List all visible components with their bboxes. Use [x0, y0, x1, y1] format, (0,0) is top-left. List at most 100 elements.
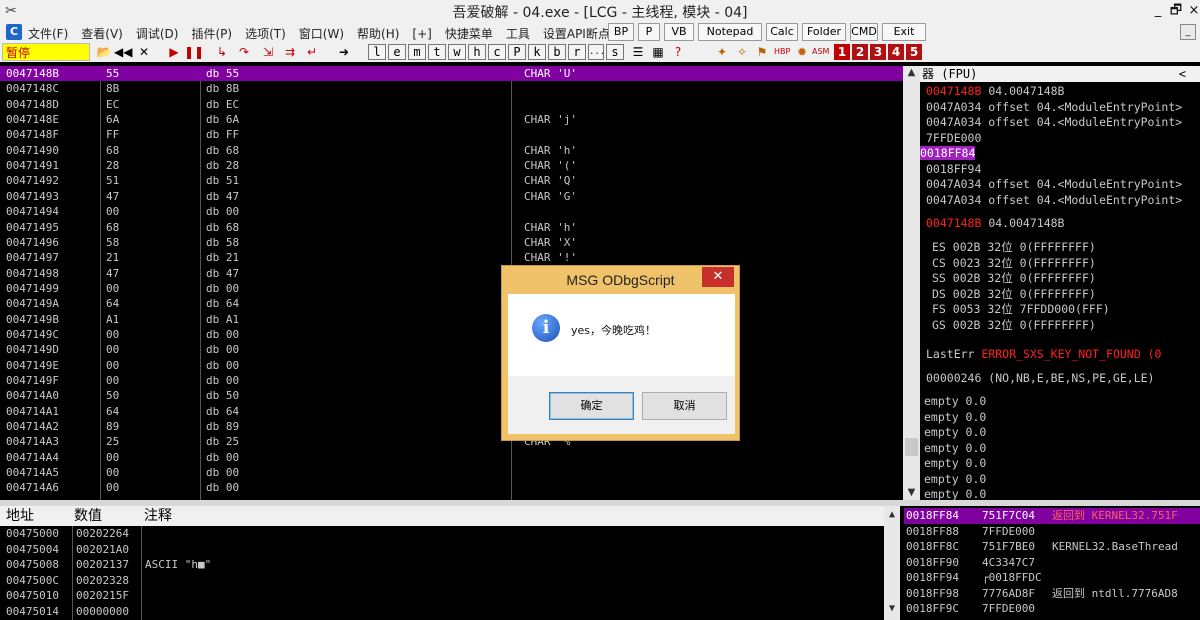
rewind-icon[interactable]: ◀◀	[114, 44, 132, 60]
dialog-close-button[interactable]: ✕	[702, 267, 734, 287]
disasm-row[interactable]: 0047149F 00 db 00	[0, 373, 903, 388]
notepad-button[interactable]: Notepad	[698, 23, 762, 41]
step-into-icon[interactable]: ↳	[214, 44, 230, 60]
numbered-button-5[interactable]: 5	[906, 44, 922, 60]
plugin-tool2-icon[interactable]: ✧	[734, 44, 750, 60]
menu-item[interactable]: 快捷菜单	[445, 27, 493, 41]
disasm-row[interactable]: 004714A3 25 db 25 CHAR '%'	[0, 434, 903, 449]
plugin-tool3-icon[interactable]: ⚑	[754, 44, 770, 60]
dump-col-address[interactable]: 地址	[6, 506, 34, 526]
view-button-11[interactable]: ...	[588, 44, 605, 60]
menu-item[interactable]: 插件(P)	[191, 27, 232, 41]
stack-row[interactable]: 0018FF8C 751F7BE0 KERNEL32.BaseThread	[904, 539, 1200, 555]
grid-icon[interactable]: ▦	[650, 44, 666, 60]
plugin-tool-icon[interactable]: ✦	[714, 44, 730, 60]
list-icon[interactable]: ☰	[630, 44, 646, 60]
menu-item[interactable]: 工具	[506, 27, 530, 41]
disassembly-scrollbar[interactable]: ▲ ▼	[903, 66, 920, 502]
disasm-row[interactable]: 0047149C 00 db 00	[0, 327, 903, 342]
scroll-down-icon[interactable]: ▼	[903, 486, 920, 500]
scroll-down-icon[interactable]: ▼	[884, 602, 900, 616]
disasm-row[interactable]: 00471490 68 db 68 CHAR 'h'	[0, 143, 903, 158]
disasm-row[interactable]: 004714A1 64 db 64	[0, 404, 903, 419]
view-button-7[interactable]: P	[508, 44, 526, 60]
menu-item[interactable]: 查看(V)	[81, 27, 123, 41]
disasm-row[interactable]: 00471493 47 db 47 CHAR 'G'	[0, 189, 903, 204]
asm-icon[interactable]: ASM	[812, 44, 829, 60]
numbered-button-4[interactable]: 4	[888, 44, 904, 60]
disasm-row[interactable]: 00471497 21 db 21 CHAR '!'	[0, 250, 903, 265]
calc-button[interactable]: Calc	[766, 23, 798, 41]
disasm-row[interactable]: 0047149E 00 db 00	[0, 358, 903, 373]
help-icon[interactable]: ?	[670, 44, 686, 60]
dump-col-comment[interactable]: 注释	[144, 506, 172, 526]
scroll-up-icon[interactable]: ▲	[884, 508, 900, 522]
disasm-row[interactable]: 00471499 00 db 00	[0, 281, 903, 296]
disasm-row[interactable]: 004714A2 89 db 89	[0, 419, 903, 434]
registers-header[interactable]: 器 (FPU) <	[920, 66, 1200, 82]
pause-icon[interactable]: ❚❚	[184, 44, 204, 60]
view-button-4[interactable]: w	[448, 44, 466, 60]
scrollbar-thumb[interactable]	[905, 438, 918, 456]
menu-item[interactable]: 窗口(W)	[299, 27, 344, 41]
close-file-icon[interactable]: ✕	[136, 44, 152, 60]
step-over-icon[interactable]: ↷	[236, 44, 252, 60]
disasm-row[interactable]: 0047149A 64 db 64	[0, 296, 903, 311]
p-button[interactable]: P	[638, 23, 660, 41]
menu-item[interactable]: 选项(T)	[245, 27, 286, 41]
view-button-3[interactable]: t	[428, 44, 446, 60]
debugger-logo-icon[interactable]: C	[6, 24, 22, 40]
disasm-row[interactable]: 00471498 47 db 47	[0, 266, 903, 281]
stack-row[interactable]: 0018FF90 4C3347C7	[904, 555, 1200, 571]
open-icon[interactable]: 📂	[96, 44, 112, 60]
disasm-row[interactable]: 0047148C 8B db 8B	[0, 81, 903, 96]
dump-scrollbar[interactable]: ▲ ▼	[884, 506, 900, 620]
disasm-row[interactable]: 0047148F FF db FF	[0, 127, 903, 142]
menu-item[interactable]: 文件(F)	[28, 27, 68, 41]
plugin-tool4-icon[interactable]: ✹	[794, 44, 810, 60]
disassembly-pane[interactable]: 0047148B 55 db 55 CHAR 'U' 0047148C 8B db 8B 00…	[0, 66, 903, 500]
numbered-button-1[interactable]: 1	[834, 44, 850, 60]
scrollbar-track[interactable]: ▲ ▼	[903, 66, 920, 502]
stack-row[interactable]: 0018FF98 7776AD8F 返回到 ntdll.7776AD8	[904, 586, 1200, 602]
trace-over-icon[interactable]: ⇉	[282, 44, 298, 60]
exit-button[interactable]: Exit	[882, 23, 926, 41]
menu-item[interactable]: 调试(D)	[136, 27, 179, 41]
view-button-0[interactable]: l	[368, 44, 386, 60]
disasm-row[interactable]: 0047148E 6A db 6A CHAR 'j'	[0, 112, 903, 127]
close-icon[interactable]: ×	[1181, 0, 1200, 22]
collapse-icon[interactable]: <	[1179, 66, 1186, 82]
stack-row[interactable]: 0018FF84 751F7C04 返回到 KERNEL32.751F	[904, 508, 1200, 524]
view-button-8[interactable]: k	[528, 44, 546, 60]
stack-row[interactable]: 0018FF88 7FFDE000	[904, 524, 1200, 540]
folder-button[interactable]: Folder	[802, 23, 846, 41]
memory-dump-pane[interactable]: 地址 数值 注释 00475000 00202264 00475004 002021A…	[0, 506, 900, 620]
numbered-button-2[interactable]: 2	[852, 44, 868, 60]
disasm-row[interactable]: 00471494 00 db 00	[0, 204, 903, 219]
disasm-row[interactable]: 0047148D EC db EC	[0, 97, 903, 112]
disasm-row[interactable]: 0047148B 55 db 55 CHAR 'U'	[0, 66, 903, 82]
hbp-icon[interactable]: HBP	[774, 44, 790, 60]
stack-pane[interactable]: 0018FF84 751F7C04 返回到 KERNEL32.751F 0018FF8…	[904, 506, 1200, 620]
vb-button[interactable]: VB	[664, 23, 694, 41]
numbered-button-3[interactable]: 3	[870, 44, 886, 60]
disasm-row[interactable]: 0047149D 00 db 00	[0, 342, 903, 357]
registers-pane[interactable]: 器 (FPU) < 0047148B 04.0047148B 0047A034 o…	[920, 66, 1200, 502]
disasm-row[interactable]: 00471496 58 db 58 CHAR 'X'	[0, 235, 903, 250]
disasm-row[interactable]: 004714A4 00 db 00	[0, 450, 903, 465]
cmd-button[interactable]: CMD	[850, 23, 878, 41]
cancel-button[interactable]: 取消	[642, 392, 727, 420]
view-button-12[interactable]: s	[606, 44, 624, 60]
disasm-row[interactable]: 004714A5 00 db 00	[0, 465, 903, 480]
stack-row[interactable]: 0018FF94 ┌0018FFDC	[904, 570, 1200, 586]
stack-row[interactable]: 0018FF9C 7FFDE000	[904, 601, 1200, 617]
view-button-1[interactable]: e	[388, 44, 406, 60]
run-icon[interactable]: ▶	[166, 44, 182, 60]
view-button-9[interactable]: b	[548, 44, 566, 60]
view-button-2[interactable]: m	[408, 44, 426, 60]
menu-item[interactable]: [+]	[412, 27, 431, 41]
disasm-row[interactable]: 004714A6 00 db 00	[0, 480, 903, 495]
disasm-row[interactable]: 00471495 68 db 68 CHAR 'h'	[0, 220, 903, 235]
scroll-up-icon[interactable]: ▲	[903, 66, 920, 80]
view-button-5[interactable]: h	[468, 44, 486, 60]
